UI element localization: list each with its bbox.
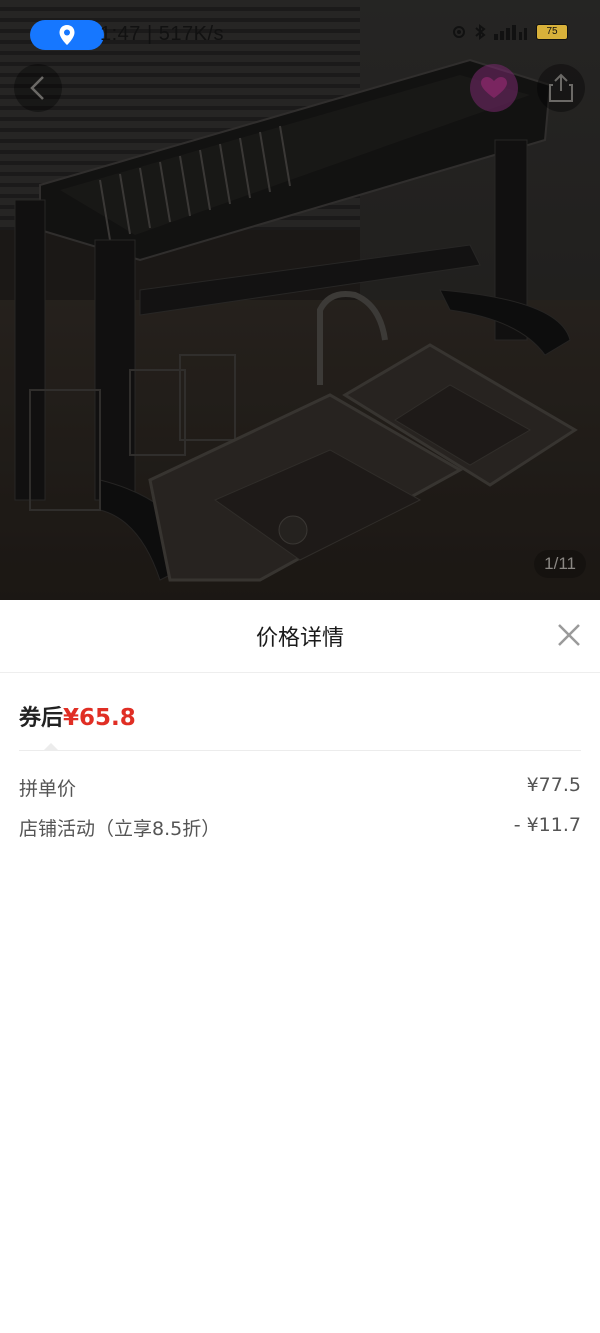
status-time-speed: 1:47 | 517K/s [100,23,224,46]
status-divider: | [147,23,159,45]
product-image[interactable]: 1:47 | 517K/s 75 1/11 [0,0,600,600]
back-arrow-icon [30,76,44,100]
after-coupon-price: 券后 ¥65.8 [19,700,136,732]
price-row-label: 拼单价 [19,778,77,800]
share-button[interactable] [537,64,585,112]
divider-notch [44,743,58,750]
location-pill[interactable] [30,20,104,50]
bluetooth-icon [475,24,486,40]
share-icon [549,73,573,102]
price-row-value: ¥77.5 [526,774,581,796]
sheet-header: 价格详情 [0,600,600,673]
after-coupon-label: 券后 [19,706,64,731]
sheet-title: 价格详情 [255,626,344,651]
location-pin-icon [59,25,75,45]
price-detail-sheet: 价格详情 券后 ¥65.8 拼单价 ¥77.5 店铺活动（立享8.5折） - ¥… [0,600,600,1333]
status-time: 1:47 [100,23,141,45]
image-page-counter: 1/11 [534,550,586,578]
alarm-icon [453,26,465,38]
status-bar: 1:47 | 517K/s 75 [0,18,600,52]
price-row-group-price: 拼单价 ¥77.5 [19,774,581,801]
network-speed: 517K/s [158,23,225,45]
heart-icon [481,77,507,98]
price-row-store-discount: 店铺活动（立享8.5折） - ¥11.7 [19,814,581,841]
close-button[interactable] [554,620,584,650]
price-row-value: - ¥11.7 [513,814,581,836]
close-icon [558,624,580,646]
live-badge[interactable] [470,64,518,112]
signal-icon [494,25,527,40]
price-divider [19,750,581,751]
battery-icon: 75 [536,24,568,40]
back-button[interactable] [14,64,62,112]
status-icons: 75 [452,24,568,40]
price-row-label: 店铺活动（立享8.5折） [19,818,221,840]
after-coupon-amount: ¥65.8 [63,705,136,731]
